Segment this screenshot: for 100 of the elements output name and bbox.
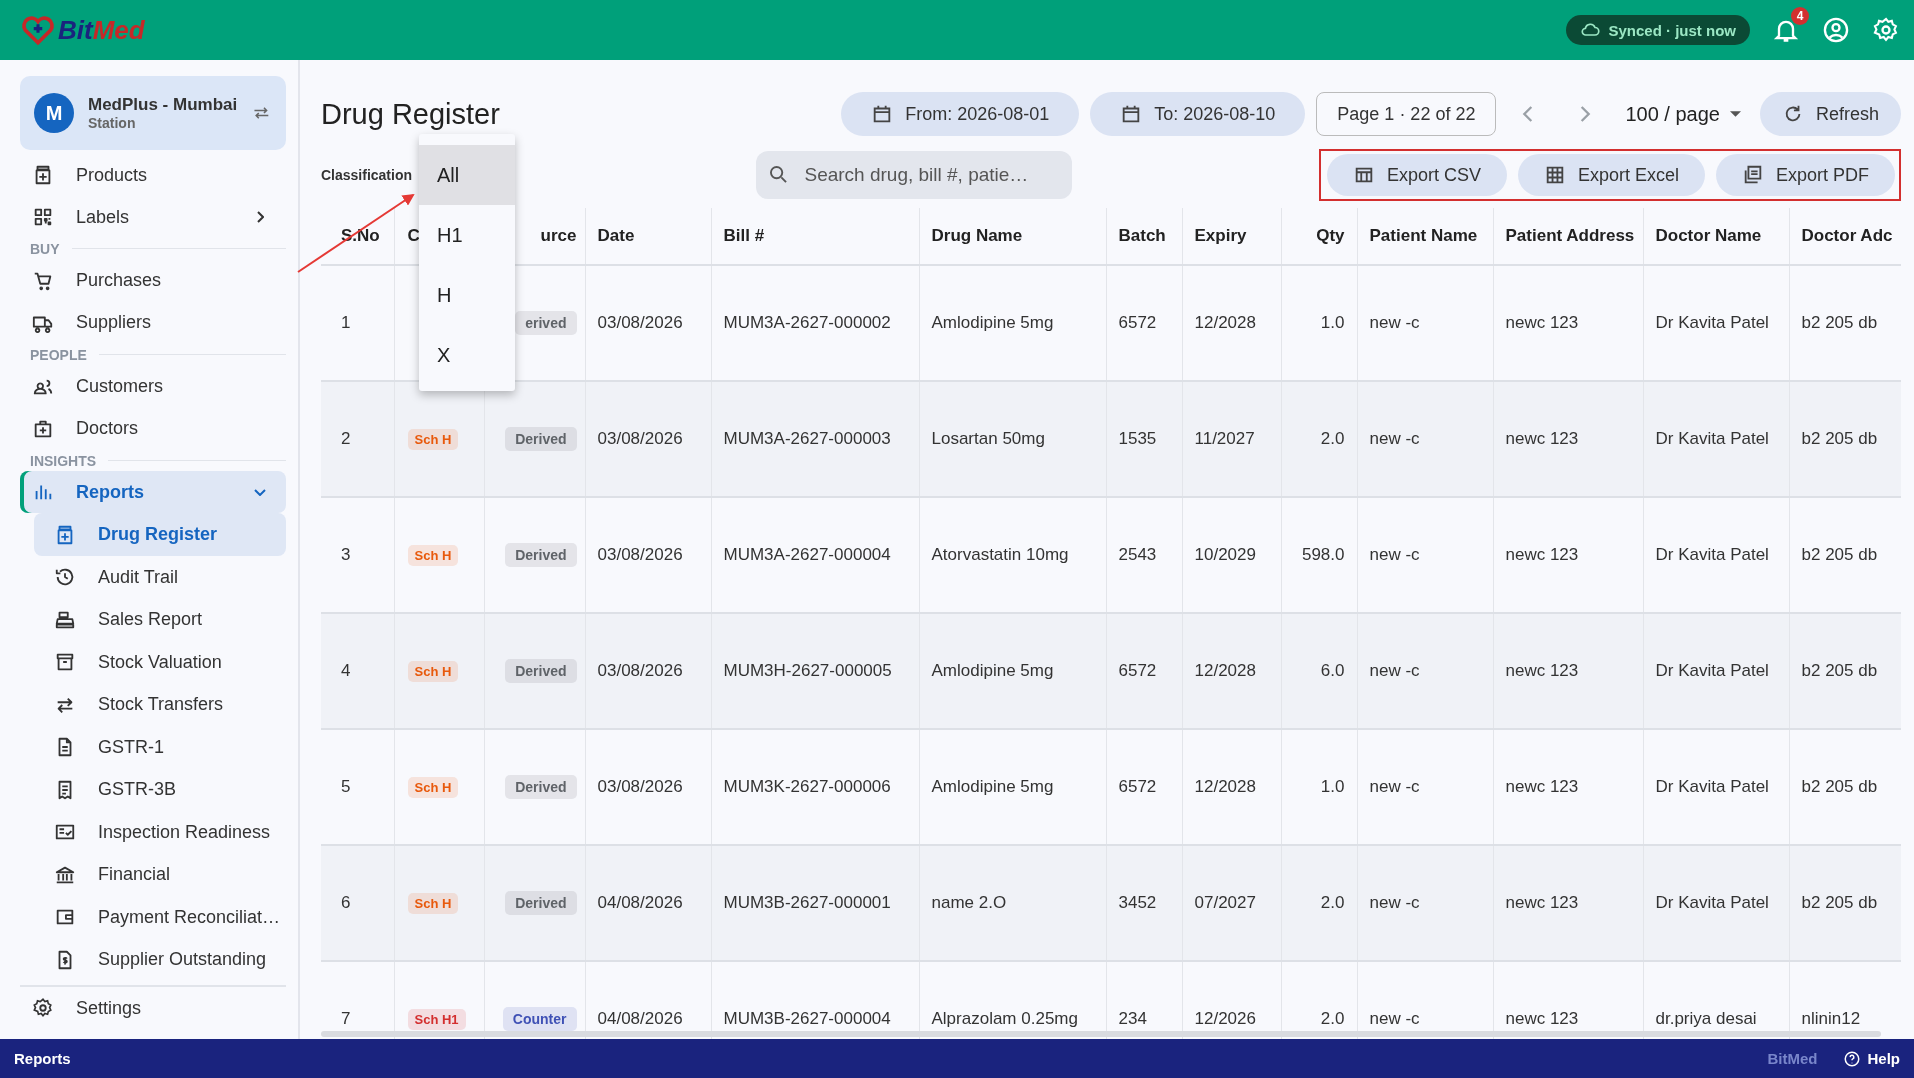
nav-subitem[interactable]: Audit Trail — [34, 556, 286, 599]
source-tag: Derived — [505, 659, 577, 683]
table-cell: b2 205 db — [1789, 845, 1901, 961]
table-cell: 03/08/2026 — [585, 381, 711, 497]
table-cell: name 2.O — [919, 845, 1106, 961]
menu-option[interactable]: H — [419, 265, 515, 325]
table-cell: 1535 — [1106, 381, 1182, 497]
table-cell: 6572 — [1106, 613, 1182, 729]
table-cell: 6.0 — [1281, 613, 1357, 729]
table-cell: 2 — [321, 381, 394, 497]
column-header: Date — [585, 208, 711, 265]
column-header: Drug Name — [919, 208, 1106, 265]
table-cell: MUM3H-2627-000005 — [711, 613, 919, 729]
table-cell: MUM3B-2627-000001 — [711, 845, 919, 961]
export-button[interactable]: Export Excel — [1517, 154, 1705, 196]
section-heading: PEOPLE — [30, 346, 87, 363]
to-date-button[interactable]: To: 2026-08-10 — [1090, 92, 1306, 136]
nav-subitem[interactable]: Payment Reconciliat… — [34, 896, 286, 939]
table-cell: b2 205 db — [1789, 381, 1901, 497]
caret-icon — [1729, 111, 1741, 117]
nav-item[interactable]: Reports — [20, 471, 286, 514]
schedule-tag: Sch H — [407, 892, 459, 914]
export-button[interactable]: Export CSV — [1326, 154, 1507, 196]
table-cell: 3452 — [1106, 845, 1182, 961]
refresh-button[interactable]: Refresh — [1759, 92, 1901, 136]
nav-subitem[interactable]: Sales Report — [34, 598, 286, 641]
column-header: Patient Name — [1357, 208, 1493, 265]
nav-subitem[interactable]: Drug Register — [34, 513, 286, 556]
from-date-button[interactable]: From: 2026-08-01 — [841, 92, 1080, 136]
table-cell: MUM3A-2627-000003 — [711, 381, 919, 497]
account-icon[interactable] — [1822, 16, 1850, 44]
qr-code-icon — [32, 206, 54, 228]
table-cell: 2.0 — [1281, 381, 1357, 497]
column-header: Doctor Name — [1643, 208, 1789, 265]
table-cell: newc 123 — [1493, 613, 1643, 729]
source-tag: Derived — [505, 543, 577, 567]
nav-subitem[interactable]: Supplier Outstanding — [34, 938, 286, 981]
settings-icon[interactable] — [1872, 16, 1900, 44]
table-cell: 2.0 — [1281, 845, 1357, 961]
nav-subitem[interactable]: Stock Valuation — [34, 641, 286, 684]
store-role: Station — [88, 115, 137, 131]
notification-count: 4 — [1791, 7, 1809, 25]
table-cell: newc 123 — [1493, 845, 1643, 961]
schedule-tag: Sch H — [407, 544, 459, 566]
heart-logo-icon — [20, 13, 56, 47]
table-cell: Dr Kavita Patel — [1643, 613, 1789, 729]
logo-text: BitMed — [58, 14, 145, 46]
menu-option[interactable]: All — [419, 145, 515, 205]
status-brand: BitMed — [1767, 1050, 1818, 1067]
table-cell: 11/2027 — [1182, 381, 1281, 497]
help-icon — [1843, 1049, 1862, 1068]
nav-item[interactable]: Customers — [20, 365, 286, 408]
source-tag: Counter — [502, 1007, 577, 1031]
nav-subitem[interactable]: GSTR-3B — [34, 768, 286, 811]
nav-item[interactable]: Doctors — [20, 407, 286, 450]
source-tag: erived — [515, 311, 577, 335]
schedule-tag: Sch H — [407, 660, 459, 682]
table-cell: 12/2028 — [1182, 613, 1281, 729]
store-avatar: M — [34, 93, 74, 133]
nav-subitem[interactable]: Inspection Readiness — [34, 811, 286, 854]
nav-item[interactable]: Suppliers — [20, 301, 286, 344]
nav-item[interactable]: Labels — [20, 196, 286, 238]
table-cell: Dr Kavita Patel — [1643, 381, 1789, 497]
table-cell: newc 123 — [1493, 381, 1643, 497]
schedule-tag: Sch H1 — [407, 1008, 466, 1030]
page-title: Drug Register — [321, 97, 500, 131]
table-cell: 07/2027 — [1182, 845, 1281, 961]
schedule-tag: Sch H — [407, 776, 459, 798]
section-heading: BUY — [30, 240, 60, 257]
page-size-dropdown[interactable]: 100 / page — [1617, 102, 1749, 126]
nav-subitem[interactable]: Stock Transfers — [34, 683, 286, 726]
source-tag: Derived — [505, 427, 577, 451]
schedule-tag: Sch H — [407, 428, 459, 450]
table-cell: Losartan 50mg — [919, 381, 1106, 497]
nav-subitem[interactable]: GSTR-1 — [34, 726, 286, 769]
horizontal-scrollbar[interactable] — [321, 1031, 1881, 1037]
table-cell: Dr Kavita Patel — [1643, 845, 1789, 961]
menu-option[interactable]: X — [419, 325, 515, 385]
source-tag: Derived — [505, 775, 577, 799]
column-header: Expiry — [1182, 208, 1281, 265]
table-cell: new -c — [1357, 845, 1493, 961]
column-header: Qty — [1281, 208, 1357, 265]
table-cell: 03/08/2026 — [585, 613, 711, 729]
table-cell: 04/08/2026 — [585, 845, 711, 961]
search-icon — [770, 166, 788, 183]
store-switcher[interactable]: M MedPlus - Mumbai Station — [20, 76, 286, 150]
table-cell: new -c — [1357, 381, 1493, 497]
column-header: Batch — [1106, 208, 1182, 265]
search-field[interactable]: Search drug, bill #, patie… — [756, 151, 1073, 199]
nav-item[interactable]: Purchases — [20, 259, 286, 302]
export-button[interactable]: Export PDF — [1715, 154, 1895, 196]
settings-icon — [32, 997, 54, 1019]
app-logo[interactable]: BitMed — [20, 13, 145, 47]
table-cell: 4 — [321, 613, 394, 729]
table-cell: 6 — [321, 845, 394, 961]
nav-item[interactable]: Products — [20, 154, 286, 196]
table-cell: Amlodipine 5mg — [919, 613, 1106, 729]
help-link[interactable]: Help — [1843, 1049, 1900, 1068]
settings-nav-item[interactable]: Settings — [20, 985, 286, 1029]
nav-subitem[interactable]: Financial — [34, 853, 286, 896]
